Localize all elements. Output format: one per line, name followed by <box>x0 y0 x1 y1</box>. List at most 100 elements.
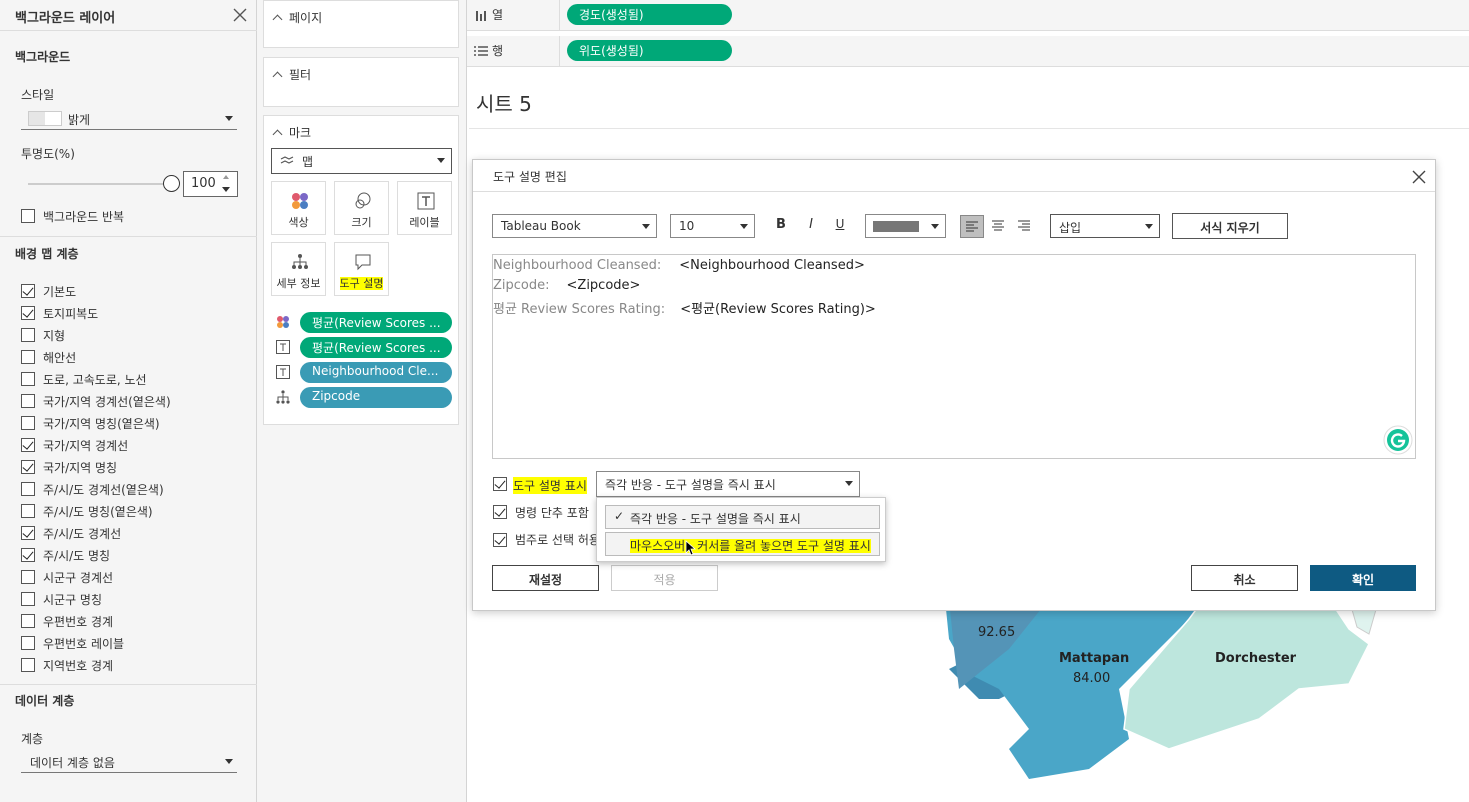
checkbox[interactable] <box>21 482 35 496</box>
font-select[interactable]: Tableau Book <box>492 214 657 238</box>
bold-icon[interactable]: B <box>771 216 791 236</box>
allow-select-checkbox[interactable] <box>493 533 507 547</box>
data-layer-select[interactable]: 데이터 계층 없음 <box>21 751 237 773</box>
insert-select[interactable]: 삽입 <box>1050 214 1160 238</box>
dropdown-option-immediate[interactable]: ✓ 즉각 반응 - 도구 설명을 즉시 표시 <box>605 505 880 529</box>
style-swatch <box>28 111 62 126</box>
tooltip-editor[interactable]: Neighbourhood Cleansed: <Neighbourhood Cl… <box>492 254 1416 459</box>
size-button[interactable]: 크기 <box>334 181 389 235</box>
font-size-select[interactable]: 10 <box>670 214 755 238</box>
filters-header[interactable]: 필터 <box>272 66 311 83</box>
longitude-pill[interactable]: 경도(생성됨) <box>567 4 732 25</box>
field-pill[interactable]: Neighbourhood Cle... <box>300 362 452 383</box>
detail-icon[interactable] <box>276 390 290 404</box>
map-icon <box>280 156 294 164</box>
map-layers-section-title: 배경 맵 계층 <box>15 247 79 261</box>
pages-header[interactable]: 페이지 <box>272 9 322 26</box>
marks-header[interactable]: 마크 <box>272 124 312 141</box>
text-color-swatch <box>873 221 919 232</box>
show-tooltip-label: 도구 설명 표시 <box>513 477 587 494</box>
collapse-icon[interactable] <box>272 129 283 140</box>
opacity-slider-thumb[interactable] <box>163 175 180 192</box>
ok-button[interactable]: 확인 <box>1310 565 1416 591</box>
repeat-background-label: 백그라운드 반복 <box>43 210 125 224</box>
detail-icon <box>292 254 308 269</box>
italic-icon[interactable]: I <box>801 216 821 236</box>
apply-button[interactable]: 적용 <box>611 565 718 591</box>
columns-icon <box>476 11 486 21</box>
editor-line: Zipcode: <Zipcode> <box>493 278 640 293</box>
mark-type-select[interactable]: 맵 <box>271 148 452 174</box>
checkbox[interactable] <box>21 548 35 562</box>
checkbox[interactable] <box>21 372 35 386</box>
field-pill[interactable]: 평균(Review Scores ... <box>300 312 452 333</box>
font-value: Tableau Book <box>501 219 581 233</box>
text-label-icon[interactable] <box>276 365 290 379</box>
size-icon <box>355 192 371 209</box>
checkbox[interactable] <box>21 328 35 342</box>
tooltip-button[interactable]: 도구 설명 <box>334 242 389 296</box>
stepper-down-icon[interactable] <box>222 187 230 192</box>
opacity-slider-track[interactable] <box>28 183 172 185</box>
style-select[interactable]: 밝게 <box>21 108 237 130</box>
dropdown-option-hover[interactable]: 마우스오버 - 커서를 올려 놓으면 도구 설명 표시 <box>605 532 880 556</box>
map-label-value: 92.65 <box>978 625 1016 640</box>
font-size-value: 10 <box>679 219 695 233</box>
label-button[interactable]: 레이블 <box>397 181 452 235</box>
chevron-down-icon <box>437 158 445 163</box>
checkbox[interactable] <box>21 350 35 364</box>
map-layer-label: 시군구 명칭 <box>43 593 103 607</box>
tooltip-mode-value: 즉각 반응 - 도구 설명을 즉시 표시 <box>605 478 776 492</box>
collapse-icon[interactable] <box>272 71 283 82</box>
rows-label: 행 <box>492 44 504 58</box>
text-label-icon[interactable] <box>276 340 290 354</box>
align-right-icon[interactable] <box>1017 218 1031 232</box>
stepper-up-icon[interactable] <box>223 175 229 179</box>
editor-line-value: <평균(Review Scores Rating)> <box>680 302 876 317</box>
checkbox[interactable] <box>21 209 35 223</box>
text-color-select[interactable] <box>865 214 946 238</box>
tooltip-mode-select[interactable]: 즉각 반응 - 도구 설명을 즉시 표시 <box>596 471 860 497</box>
align-center-icon[interactable] <box>991 218 1005 232</box>
checkbox[interactable] <box>21 592 35 606</box>
checkbox[interactable] <box>21 614 35 628</box>
marks-label: 마크 <box>289 126 312 140</box>
reset-button[interactable]: 재설정 <box>492 565 599 591</box>
checkbox[interactable] <box>21 416 35 430</box>
map-layer-label: 주/시/도 경계선(옅은색) <box>43 483 164 497</box>
detail-button[interactable]: 세부 정보 <box>271 242 326 296</box>
align-left-icon[interactable] <box>960 215 984 238</box>
rows-shelf: 행 위도(생성됨) <box>467 36 1469 67</box>
checkbox[interactable] <box>21 394 35 408</box>
checkbox[interactable] <box>21 570 35 584</box>
include-commands-checkbox[interactable] <box>493 505 507 519</box>
clear-format-button[interactable]: 서식 지우기 <box>1172 213 1288 239</box>
underline-icon[interactable]: U <box>830 216 850 236</box>
checkbox[interactable] <box>21 438 35 452</box>
close-icon[interactable] <box>1411 169 1427 185</box>
checkbox[interactable] <box>21 284 35 298</box>
opacity-stepper[interactable]: 100 <box>183 171 238 197</box>
color-icon[interactable] <box>276 315 290 329</box>
editor-line: Neighbourhood Cleansed: <Neighbourhood Cl… <box>493 258 865 273</box>
field-pill[interactable]: Zipcode <box>300 387 452 408</box>
chevron-down-icon <box>1145 224 1153 229</box>
close-icon[interactable] <box>232 7 248 23</box>
checkbox[interactable] <box>21 460 35 474</box>
speech-bubble-icon <box>355 254 371 271</box>
map-layer-label: 해안선 <box>43 351 77 365</box>
checkbox[interactable] <box>21 658 35 672</box>
checkbox[interactable] <box>21 306 35 320</box>
collapse-icon[interactable] <box>272 14 283 25</box>
label-label: 레이블 <box>409 216 440 229</box>
grammarly-icon[interactable] <box>1383 425 1413 455</box>
checkbox[interactable] <box>21 504 35 518</box>
field-pill[interactable]: 평균(Review Scores ... <box>300 337 452 358</box>
latitude-pill[interactable]: 위도(생성됨) <box>567 40 732 61</box>
color-button[interactable]: 색상 <box>271 181 326 235</box>
checkbox[interactable] <box>21 636 35 650</box>
editor-line-key: Zipcode: <box>493 278 550 293</box>
checkbox[interactable] <box>21 526 35 540</box>
show-tooltip-checkbox[interactable] <box>493 477 507 491</box>
cancel-button[interactable]: 취소 <box>1191 565 1298 591</box>
